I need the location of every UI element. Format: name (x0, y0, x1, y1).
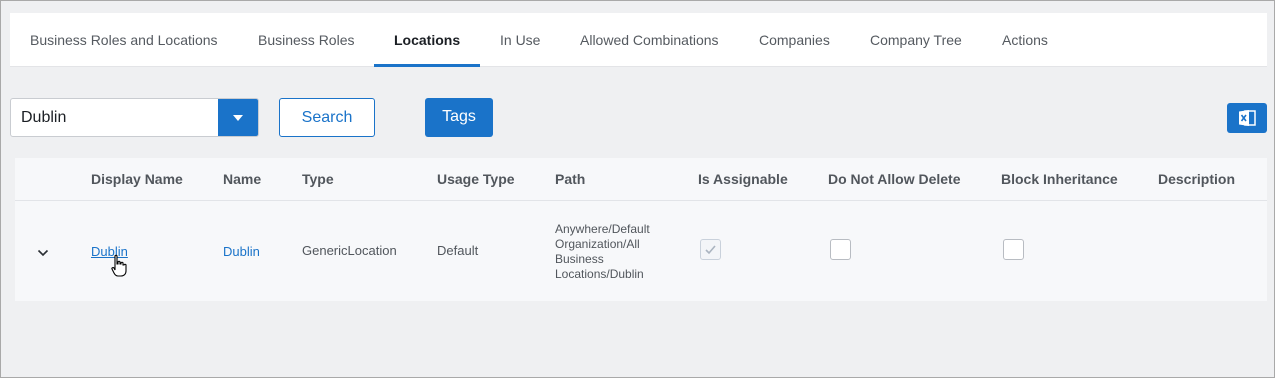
hand-pointer-cursor-icon (111, 254, 127, 277)
expand-row-button[interactable] (37, 244, 49, 262)
tab-actions[interactable]: Actions (1002, 13, 1048, 67)
tab-company-tree[interactable]: Company Tree (870, 13, 962, 67)
cell-name-link[interactable]: Dublin (223, 244, 260, 259)
cell-type: GenericLocation (302, 243, 397, 258)
path-line: Anywhere/Default (555, 222, 650, 236)
path-line: Business (555, 252, 604, 266)
do-not-allow-delete-checkbox[interactable] (830, 239, 851, 260)
tags-button[interactable]: Tags (425, 98, 493, 137)
block-inheritance-checkbox[interactable] (1003, 239, 1024, 260)
column-header-do-not-allow-delete[interactable]: Do Not Allow Delete (828, 158, 961, 201)
table-row: Dublin Dublin GenericLocation Default An… (15, 201, 1267, 301)
tab-in-use[interactable]: In Use (500, 13, 540, 67)
location-select[interactable]: Dublin (10, 98, 259, 137)
dropdown-toggle-button[interactable] (218, 99, 258, 136)
tab-companies[interactable]: Companies (759, 13, 830, 67)
table-header: Display Name Name Type Usage Type Path I… (15, 158, 1267, 201)
tab-bar: Business Roles and Locations Business Ro… (10, 13, 1267, 67)
excel-icon (1239, 110, 1256, 126)
column-header-path[interactable]: Path (555, 158, 585, 201)
tab-business-roles-and-locations[interactable]: Business Roles and Locations (30, 13, 218, 67)
column-header-name[interactable]: Name (223, 158, 261, 201)
path-line: Locations/Dublin (555, 267, 644, 281)
path-line: Organization/All (555, 237, 640, 251)
active-tab-indicator (374, 64, 480, 67)
column-header-type[interactable]: Type (302, 158, 334, 201)
column-header-usage-type[interactable]: Usage Type (437, 158, 515, 201)
chevron-down-icon (37, 249, 49, 257)
tab-locations[interactable]: Locations (394, 13, 460, 67)
is-assignable-checkbox[interactable] (700, 239, 721, 260)
app-frame: Business Roles and Locations Business Ro… (0, 0, 1275, 378)
caret-down-icon (233, 115, 243, 121)
search-button[interactable]: Search (279, 98, 375, 137)
column-header-description[interactable]: Description (1158, 158, 1235, 201)
column-header-block-inheritance[interactable]: Block Inheritance (1001, 158, 1118, 201)
column-header-is-assignable[interactable]: Is Assignable (698, 158, 788, 201)
column-header-display-name[interactable]: Display Name (91, 158, 183, 201)
cell-path: Anywhere/Default Organization/All Busine… (555, 222, 650, 282)
tab-business-roles[interactable]: Business Roles (258, 13, 355, 67)
cell-usage-type: Default (437, 243, 479, 258)
export-excel-button[interactable] (1227, 103, 1267, 133)
tab-allowed-combinations[interactable]: Allowed Combinations (580, 13, 719, 67)
location-select-value: Dublin (21, 109, 67, 126)
checkmark-icon (705, 245, 716, 255)
